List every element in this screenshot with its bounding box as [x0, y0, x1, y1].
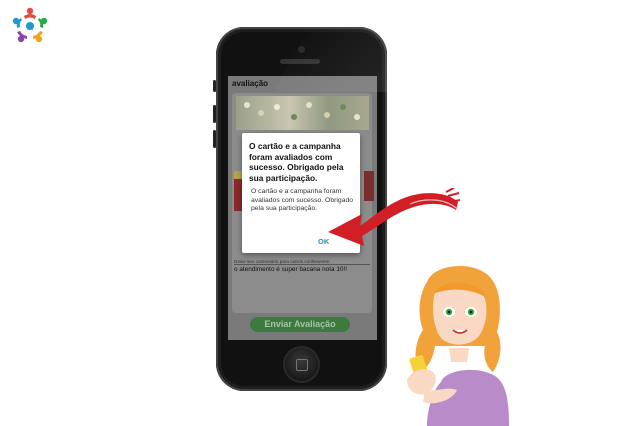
page-title: avaliação: [232, 79, 269, 88]
pointing-arrow-icon: [328, 188, 460, 246]
phone-volume-down: [213, 130, 216, 148]
phone-mute-switch: [213, 80, 216, 92]
comment-divider: [234, 264, 370, 265]
brand-logo-icon: [12, 7, 48, 43]
comment-input[interactable]: o atendimento é super bacana nota 10!!: [234, 266, 347, 273]
submit-rating-button[interactable]: Enviar Avaliação: [250, 317, 350, 332]
phone-camera: [298, 46, 305, 53]
woman-with-phone-illustration: [407, 265, 509, 426]
phone-volume-up: [213, 105, 216, 123]
campaign-image: [236, 96, 369, 130]
home-button-square: [296, 359, 308, 371]
phone-speaker: [280, 59, 320, 64]
dialog-title: O cartão e a campanha foram avaliados co…: [249, 141, 344, 183]
